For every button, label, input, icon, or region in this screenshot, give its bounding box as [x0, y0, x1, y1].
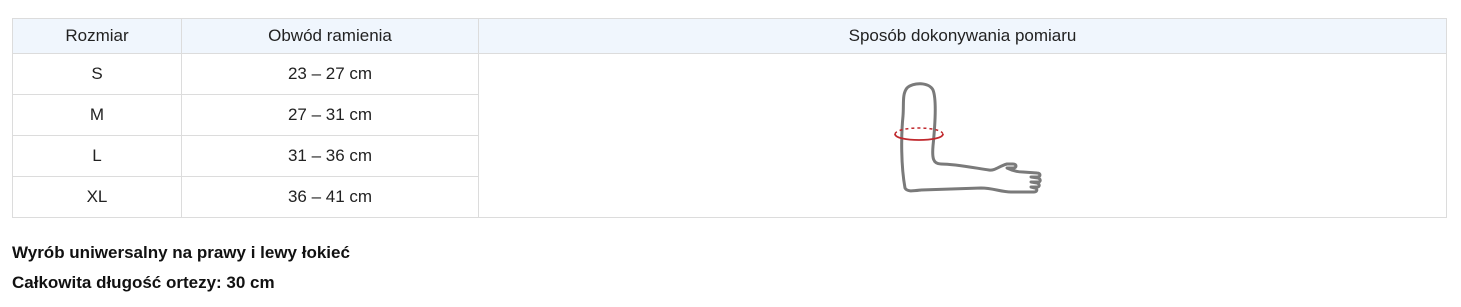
- product-notes: Wyrób uniwersalny na prawy i lewy łokieć…: [12, 238, 350, 298]
- length-note: Całkowita długość ortezy: 30 cm: [12, 273, 275, 292]
- header-measurement-method: Sposób dokonywania pomiaru: [478, 18, 1447, 54]
- header-size: Rozmiar: [12, 18, 182, 54]
- table-header-row: Rozmiar Obwód ramienia Sposób dokonywani…: [12, 18, 1447, 54]
- circumference-cell: 27 – 31 cm: [181, 94, 479, 136]
- circumference-cell: 23 – 27 cm: [181, 53, 479, 95]
- arm-outline: [899, 81, 1042, 193]
- size-cell: S: [12, 53, 182, 95]
- circumference-cell: 31 – 36 cm: [181, 135, 479, 177]
- circumference-cell: 36 – 41 cm: [181, 176, 479, 218]
- header-circumference: Obwód ramienia: [181, 18, 479, 54]
- table-row: S 23 – 27 cm: [12, 53, 1447, 218]
- arm-measurement-icon: [893, 81, 1042, 193]
- size-cell: XL: [12, 176, 182, 218]
- universal-note: Wyrób uniwersalny na prawy i lewy łokieć: [12, 243, 350, 262]
- size-table: Rozmiar Obwód ramienia Sposób dokonywani…: [12, 18, 1447, 218]
- measurement-illustration-cell: [478, 53, 1447, 218]
- size-cell: L: [12, 135, 182, 177]
- size-cell: M: [12, 94, 182, 136]
